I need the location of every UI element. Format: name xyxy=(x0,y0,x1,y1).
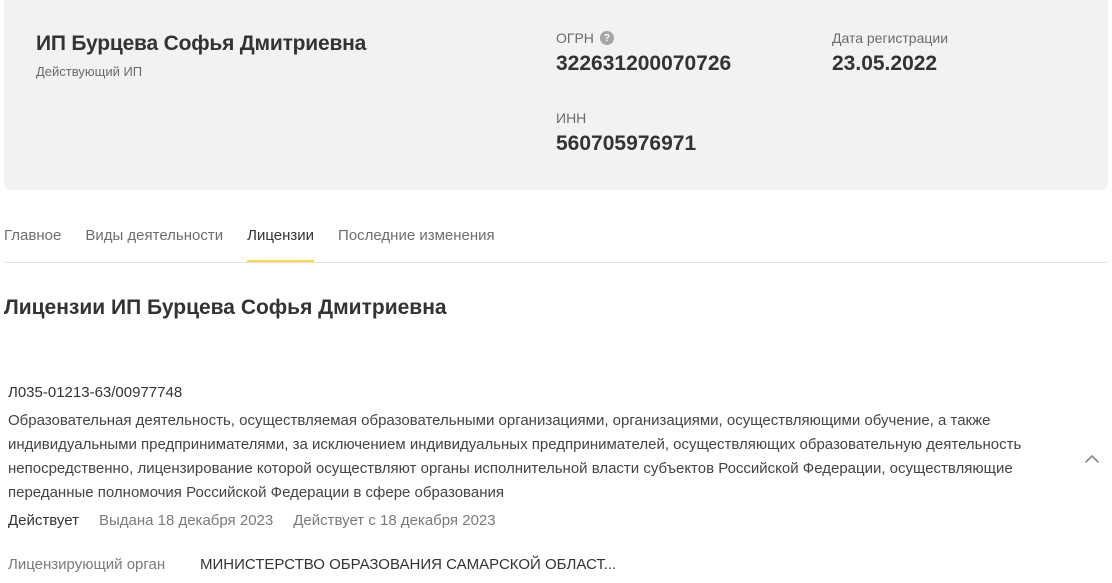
authority-value: МИНИСТЕРСТВО ОБРАЗОВАНИЯ САМАРСКОЙ ОБЛАС… xyxy=(200,556,617,573)
company-name: ИП Бурцева Софья Дмитриевна xyxy=(36,32,367,55)
ogrn-label: ОГРН ? xyxy=(556,30,614,46)
license-number: Л035-01213-63/00977748 xyxy=(8,384,183,401)
license-status: Действует xyxy=(8,512,79,529)
ogrn-value: 322631200070726 xyxy=(556,52,732,75)
inn-value: 560705976971 xyxy=(556,132,697,155)
question-circle-icon[interactable]: ? xyxy=(599,31,614,45)
ogrn-label-text: ОГРН xyxy=(556,30,594,46)
reg-date-value: 23.05.2022 xyxy=(832,52,938,75)
tab-activities[interactable]: Виды деятельности xyxy=(85,218,223,262)
company-header-card: ИП Бурцева Софья Дмитриевна Действующий … xyxy=(4,0,1108,190)
tab-main[interactable]: Главное xyxy=(4,218,61,262)
tab-licenses[interactable]: Лицензии xyxy=(247,218,315,262)
licensing-authority-row: Лицензирующий орган МИНИСТЕРСТВО ОБРАЗОВ… xyxy=(8,556,616,573)
authority-label: Лицензирующий орган xyxy=(8,556,166,573)
license-issued-date: Выдана 18 декабря 2023 xyxy=(98,512,274,529)
license-meta: Действует Выдана 18 декабря 2023 Действу… xyxy=(8,512,496,529)
inn-label: ИНН xyxy=(556,110,587,126)
section-title: Лицензии ИП Бурцева Софья Дмитриевна xyxy=(4,296,447,319)
tab-bar: Главное Виды деятельности Лицензии После… xyxy=(4,218,1108,263)
chevron-up-icon[interactable] xyxy=(1083,450,1101,468)
reg-date-label: Дата регистрации xyxy=(832,30,949,46)
license-description: Образовательная деятельность, осуществля… xyxy=(8,412,1022,501)
company-status: Действующий ИП xyxy=(36,64,143,79)
tab-recent-changes[interactable]: Последние изменения xyxy=(338,218,495,262)
license-valid-from: Действует с 18 декабря 2023 xyxy=(293,512,496,529)
